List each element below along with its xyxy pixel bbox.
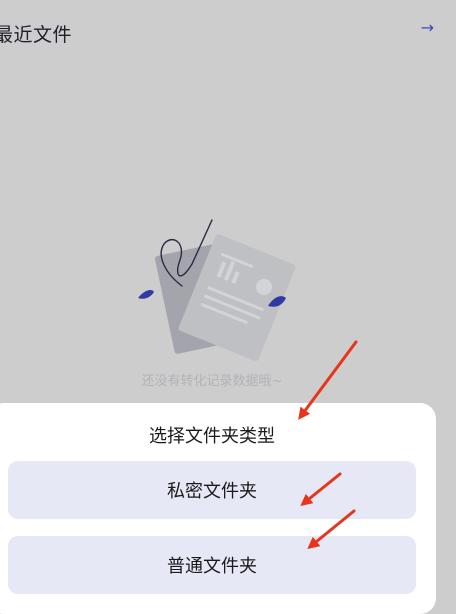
normal-folder-button[interactable]: 普通文件夹: [8, 536, 416, 594]
arrow-right-icon[interactable]: →: [421, 18, 434, 37]
sheet-title: 选择文件夹类型: [149, 426, 275, 447]
empty-state-message: 还没有转化记录数据哦~: [141, 374, 283, 389]
empty-documents-illustration: [138, 219, 296, 362]
folder-type-sheet: 选择文件夹类型 私密文件夹 普通文件夹: [0, 403, 436, 614]
private-folder-button[interactable]: 私密文件夹: [8, 461, 416, 519]
recent-files-title: 最近文件: [0, 24, 73, 46]
leaf-left-shape: [138, 290, 154, 299]
